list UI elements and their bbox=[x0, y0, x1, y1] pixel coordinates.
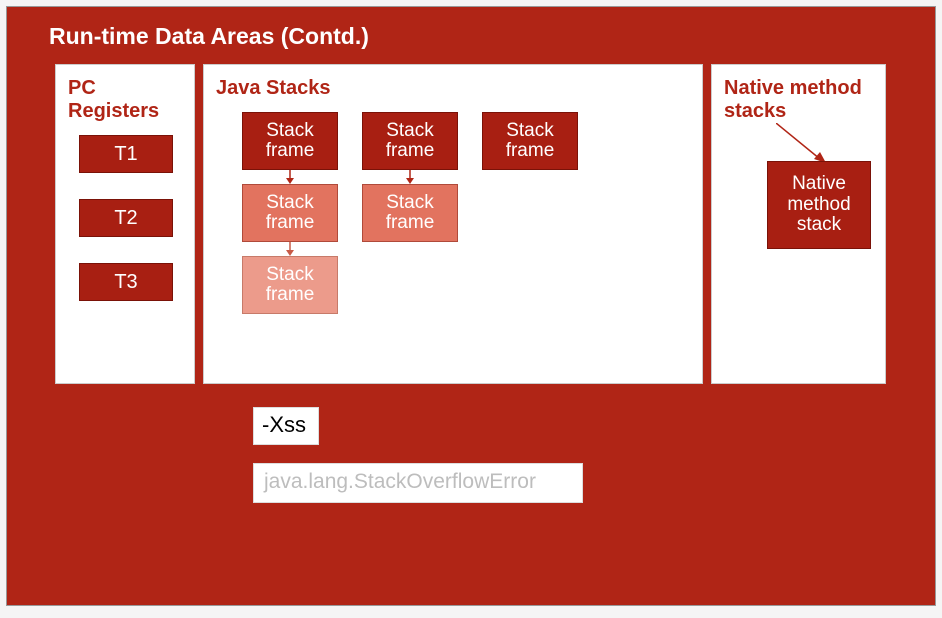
stack-frame: Stack frame bbox=[482, 112, 578, 170]
stack-column-2: Stack frame Stack frame bbox=[362, 112, 458, 314]
pc-register-t3: T3 bbox=[79, 263, 173, 301]
stack-frame: Stack frame bbox=[362, 112, 458, 170]
stack-frame: Stack frame bbox=[242, 184, 338, 242]
stackoverflow-error-box: java.lang.StackOverflowError bbox=[253, 463, 583, 503]
pc-register-t2: T2 bbox=[79, 199, 173, 237]
slide: Run-time Data Areas (Contd.) PC Register… bbox=[6, 6, 936, 606]
pc-registers-panel: PC Registers T1 T2 T3 bbox=[55, 64, 195, 384]
java-stacks-title: Java Stacks bbox=[216, 77, 692, 100]
stack-frame: Stack frame bbox=[242, 256, 338, 314]
native-stacks-title: Native method stacks bbox=[724, 77, 875, 123]
stack-frame: Stack frame bbox=[242, 112, 338, 170]
stack-column-1: Stack frame Stack frame Stack frame bbox=[242, 112, 338, 314]
down-arrow-icon bbox=[405, 170, 415, 184]
down-arrow-icon bbox=[285, 242, 295, 256]
pc-registers-title: PC Registers bbox=[68, 77, 184, 123]
slide-title: Run-time Data Areas (Contd.) bbox=[7, 7, 935, 64]
panels-row: PC Registers T1 T2 T3 Java Stacks Stack … bbox=[7, 64, 935, 384]
xss-flag-box: -Xss bbox=[253, 407, 319, 445]
native-method-stack-box: Native method stack bbox=[767, 161, 871, 249]
stacks-columns: Stack frame Stack frame Stack frame Stac… bbox=[216, 112, 692, 314]
stack-frame: Stack frame bbox=[362, 184, 458, 242]
stack-column-3: Stack frame bbox=[482, 112, 578, 314]
native-stacks-panel: Native method stacks Native method stack bbox=[711, 64, 886, 384]
java-stacks-panel: Java Stacks Stack frame Stack frame Stac… bbox=[203, 64, 703, 384]
down-arrow-icon bbox=[285, 170, 295, 184]
footer-area: -Xss java.lang.StackOverflowError bbox=[253, 407, 583, 503]
pc-register-t1: T1 bbox=[79, 135, 173, 173]
